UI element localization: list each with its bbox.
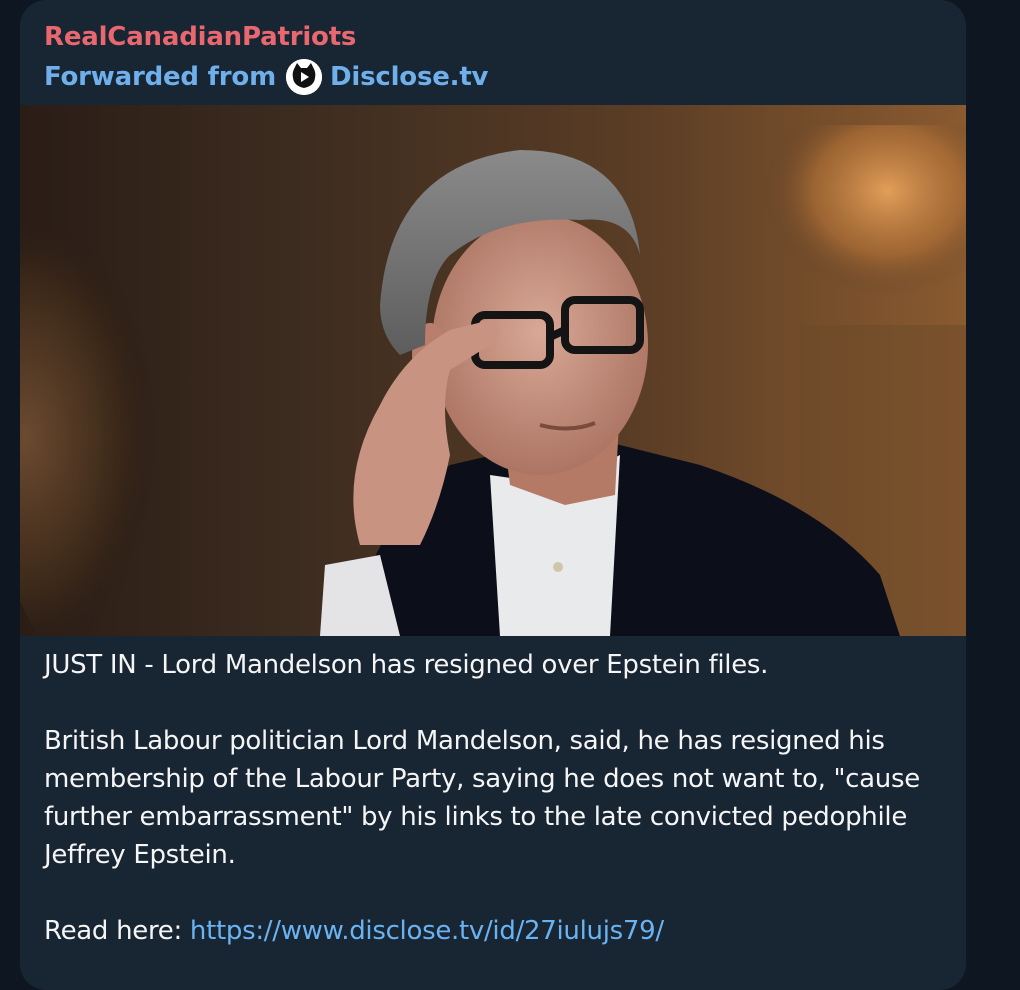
portrait-photo-image — [20, 105, 966, 636]
forwarded-header: Forwarded from Disclose.tv — [44, 58, 489, 96]
read-here-line: Read here: https://www.disclose.tv/id/27… — [44, 912, 944, 950]
forwarded-prefix: Forwarded from — [44, 62, 276, 92]
message-text: JUST IN - Lord Mandelson has resigned ov… — [44, 646, 944, 950]
message-body: British Labour politician Lord Mandelson… — [44, 726, 920, 870]
cat-play-logo-icon — [285, 59, 322, 95]
message-headline: JUST IN - Lord Mandelson has resigned ov… — [44, 650, 769, 680]
message-bubble[interactable]: RealCanadianPatriots Forwarded from Disc… — [20, 0, 966, 990]
forwarded-source-link[interactable]: Disclose.tv — [330, 62, 489, 92]
message-photo[interactable] — [20, 105, 966, 636]
sender-name[interactable]: RealCanadianPatriots — [44, 22, 356, 52]
article-link[interactable]: https://www.disclose.tv/id/27iulujs79/ — [190, 916, 664, 946]
read-here-label: Read here: — [44, 916, 182, 946]
disclose-tv-logo-icon[interactable] — [285, 59, 322, 95]
